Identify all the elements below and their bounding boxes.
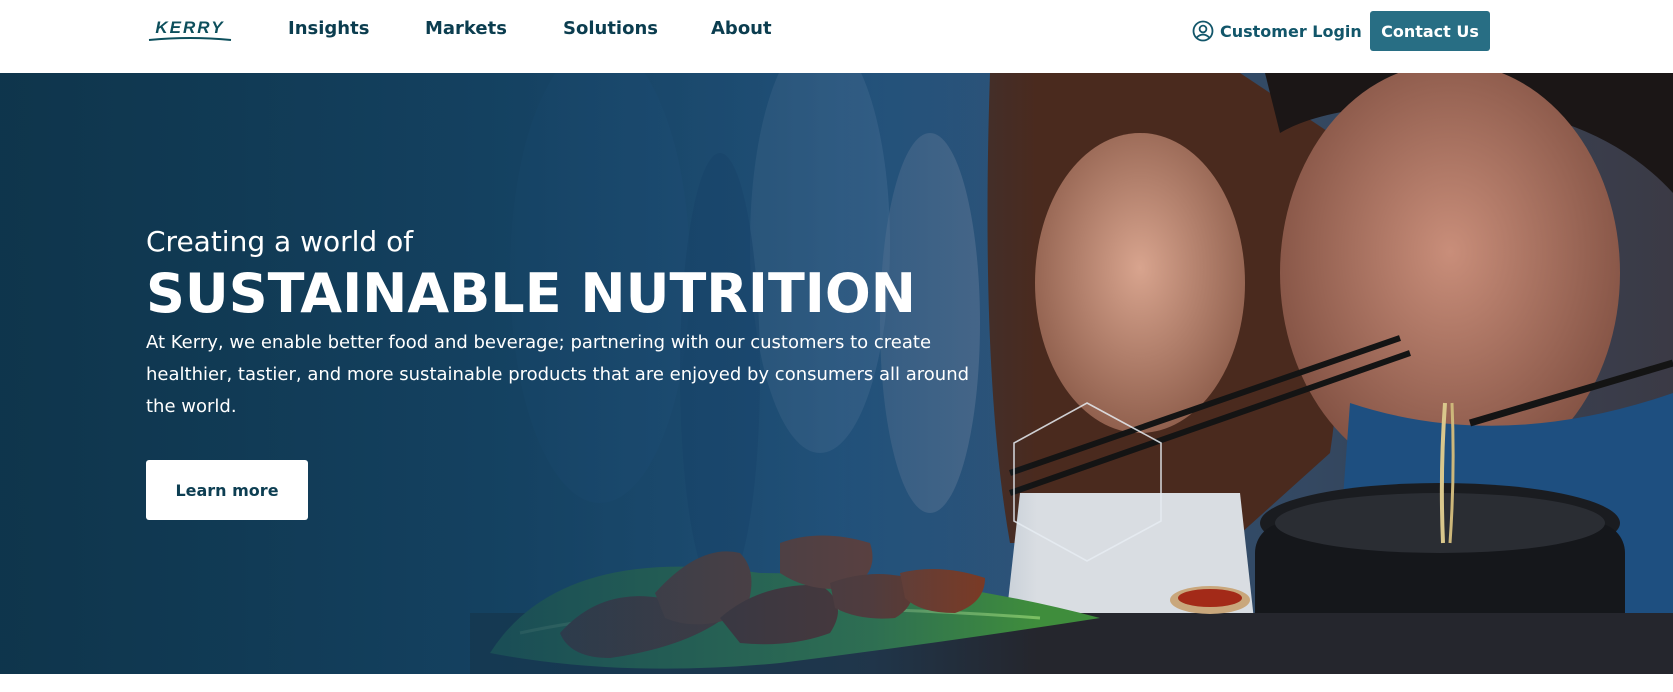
hero-title: SUSTAINABLE NUTRITION (146, 262, 916, 325)
nav-item-about[interactable]: About (711, 18, 772, 39)
kerry-logo[interactable]: KERRY (147, 18, 233, 42)
hero-kicker: Creating a world of (146, 225, 414, 258)
nav-item-solutions[interactable]: Solutions (563, 18, 658, 39)
hero-copy: Creating a world of SUSTAINABLE NUTRITIO… (146, 225, 1006, 423)
logo-swoosh (148, 37, 232, 41)
hero-description: At Kerry, we enable better food and beve… (146, 332, 970, 417)
customer-login-link[interactable]: Customer Login (1192, 19, 1362, 43)
user-circle-icon (1192, 20, 1214, 42)
hero-banner: Creating a world of SUSTAINABLE NUTRITIO… (0, 73, 1673, 674)
site-header: KERRY Insights Markets Solutions About C… (0, 0, 1673, 73)
nav-item-insights[interactable]: Insights (288, 18, 369, 39)
customer-login-label: Customer Login (1220, 21, 1362, 41)
learn-more-button[interactable]: Learn more (146, 460, 308, 520)
contact-us-button[interactable]: Contact Us (1370, 11, 1490, 51)
nav-item-markets[interactable]: Markets (425, 18, 507, 39)
hexagon-outline-icon (1013, 402, 1162, 562)
